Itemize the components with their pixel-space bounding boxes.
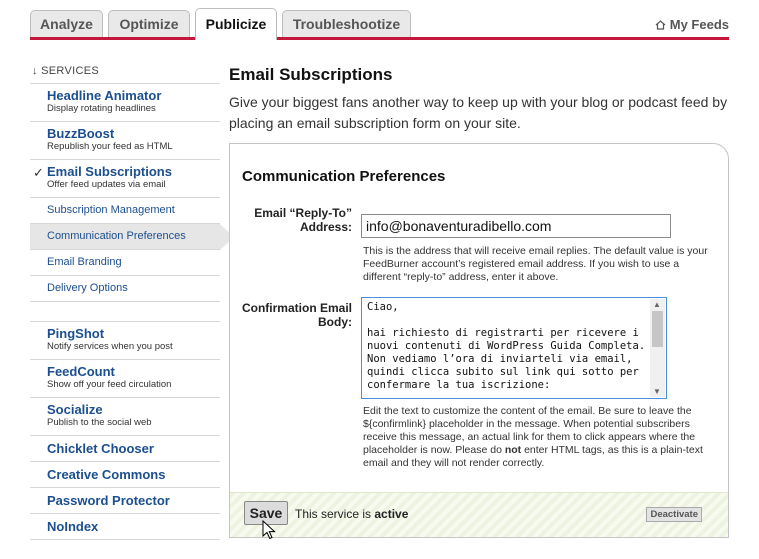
sidebar-item-desc: Show off your feed circulation	[47, 379, 172, 390]
reply-to-label: Email “Reply-To” Address:	[254, 206, 352, 234]
sidebar-item-title: FeedCount	[47, 364, 115, 379]
sidebar-subitem-subscription-management[interactable]: Subscription Management	[30, 198, 220, 224]
sidebar-item-headline-animator[interactable]: Headline Animator Display rotating headl…	[30, 84, 220, 122]
tab-publicize[interactable]: Publicize	[195, 8, 277, 40]
sidebar-subitem-delivery-options[interactable]: Delivery Options	[30, 276, 220, 302]
sidebar-spacer	[30, 302, 220, 322]
sidebar-item-title: NoIndex	[47, 519, 99, 534]
scroll-up-arrow-icon[interactable]: ▲	[653, 300, 661, 309]
confirmation-email-body-textarea[interactable]: Ciao, hai richiesto di registrarti per r…	[361, 297, 667, 399]
sidebar-item-desc: Publish to the social web	[47, 417, 152, 428]
reply-to-label-line2: Address:	[299, 220, 352, 234]
scroll-down-arrow-icon[interactable]: ▼	[653, 387, 661, 396]
sidebar-item-title: PingShot	[47, 326, 105, 341]
reply-to-help-text: This is the address that will receive em…	[363, 245, 708, 283]
sidebar-item-title: Password Protector	[47, 493, 170, 508]
sidebar-item-desc: Republish your feed as HTML	[47, 141, 173, 152]
top-tab-bar: Analyze Optimize Publicize Troubleshooti…	[0, 0, 759, 42]
mouse-pointer-icon	[262, 519, 276, 545]
panel-footer: Save This service is active Deactivate	[230, 492, 728, 537]
sidebar-item-title: Creative Commons	[47, 467, 166, 482]
sidebar-item-desc: Notify services when you post	[47, 341, 173, 352]
sidebar-item-title: Headline Animator	[47, 88, 162, 103]
sidebar-item-noindex[interactable]: NoIndex	[30, 514, 220, 540]
tab-troubleshootize[interactable]: Troubleshootize	[282, 10, 411, 38]
service-status: This service is active	[295, 507, 408, 521]
sidebar-item-email-subscriptions[interactable]: ✓ Email Subscriptions Offer feed updates…	[30, 160, 220, 198]
tab-optimize[interactable]: Optimize	[108, 10, 190, 38]
sidebar-item-buzzboost[interactable]: BuzzBoost Republish your feed as HTML	[30, 122, 220, 160]
confirmation-body-label: Confirmation Email Body:	[242, 301, 352, 329]
services-sidebar: ↓ SERVICES Headline Animator Display rot…	[30, 58, 234, 540]
sidebar-item-desc: Display rotating headlines	[47, 103, 156, 114]
tab-analyze[interactable]: Analyze	[30, 10, 103, 38]
reply-to-label-line1: Email “Reply-To”	[254, 206, 352, 220]
sidebar-item-feedcount[interactable]: FeedCount Show off your feed circulation	[30, 360, 220, 398]
check-icon: ✓	[33, 165, 44, 180]
confirmation-body-help-text: Edit the text to customize the content o…	[363, 405, 713, 470]
confirmation-body-label-line1: Confirmation Email	[241, 301, 352, 315]
services-header: ↓ SERVICES	[30, 58, 220, 84]
communication-preferences-panel: Communication Preferences Email “Reply-T…	[229, 143, 729, 538]
textarea-scrollbar[interactable]: ▲ ▼	[650, 299, 665, 397]
sidebar-subitem-communication-preferences[interactable]: Communication Preferences	[30, 224, 234, 250]
page-intro: Give your biggest fans another way to ke…	[229, 94, 728, 131]
page-title: Email Subscriptions	[229, 65, 393, 84]
house-icon	[655, 18, 666, 33]
status-prefix: This service is	[295, 507, 375, 521]
sidebar-item-creative-commons[interactable]: Creative Commons	[30, 462, 220, 488]
sidebar-item-pingshot[interactable]: PingShot Notify services when you post	[30, 322, 220, 360]
sidebar-item-socialize[interactable]: Socialize Publish to the social web	[30, 398, 220, 436]
confirmation-email-body-text: Ciao, hai richiesto di registrarti per r…	[367, 301, 646, 391]
sidebar-item-title: Chicklet Chooser	[47, 441, 154, 456]
sidebar-item-title: Email Subscriptions	[47, 164, 172, 179]
status-value: active	[374, 507, 409, 521]
tab-underline	[30, 37, 729, 40]
sidebar-item-title: BuzzBoost	[47, 126, 115, 141]
reply-to-email-input[interactable]	[361, 214, 671, 238]
sidebar-item-chicklet-chooser[interactable]: Chicklet Chooser	[30, 436, 220, 462]
sidebar-item-password-protector[interactable]: Password Protector	[30, 488, 220, 514]
panel-title: Communication Preferences	[242, 168, 446, 185]
scroll-thumb[interactable]	[652, 311, 663, 347]
sidebar-item-title: Socialize	[47, 402, 103, 417]
my-feeds-label: My Feeds	[669, 17, 729, 32]
confirmation-body-label-line2: Body:	[318, 315, 352, 329]
sidebar-subitem-email-branding[interactable]: Email Branding	[30, 250, 220, 276]
help-text-not: not	[504, 444, 522, 456]
sidebar-item-desc: Offer feed updates via email	[47, 179, 166, 190]
deactivate-button[interactable]: Deactivate	[646, 507, 702, 522]
my-feeds-link[interactable]: My Feeds	[655, 17, 729, 33]
